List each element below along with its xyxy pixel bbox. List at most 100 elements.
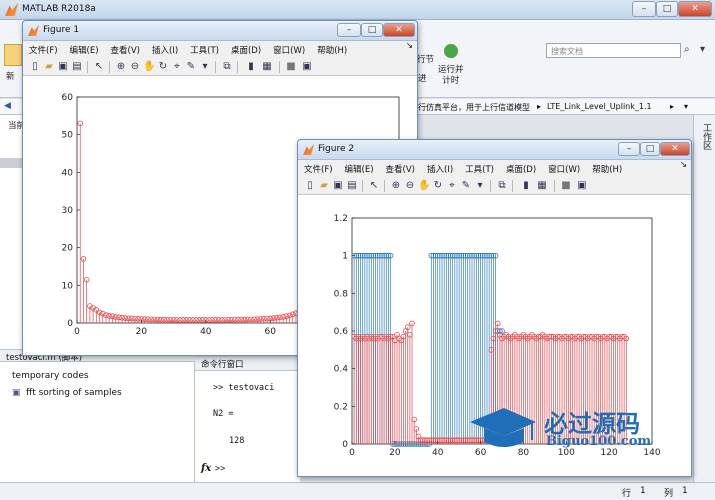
menu-window[interactable]: 窗口(W) bbox=[273, 44, 305, 56]
address-path-segment-2[interactable]: LTE_Link_Level_Uplink_1.1 bbox=[547, 102, 652, 111]
command-line: N2 = bbox=[213, 409, 234, 419]
menu-help[interactable]: 帮助(H) bbox=[592, 163, 622, 175]
function-browser-icon[interactable]: fx bbox=[201, 463, 211, 474]
menu-edit[interactable]: 编辑(E) bbox=[345, 163, 374, 175]
pan-icon[interactable]: ✋ bbox=[418, 180, 430, 192]
pan-icon[interactable]: ✋ bbox=[143, 61, 155, 73]
colorbar-icon[interactable]: ▮ bbox=[520, 180, 532, 192]
open-file-icon[interactable]: ▰ bbox=[43, 61, 55, 73]
menu-help[interactable]: 帮助(H) bbox=[317, 44, 347, 56]
x-tick-label: 0 bbox=[74, 327, 80, 337]
figure-icon bbox=[28, 25, 39, 36]
legend-icon[interactable]: ▦ bbox=[536, 180, 548, 192]
maximize-button[interactable]: □ bbox=[361, 23, 383, 37]
maximize-button[interactable]: □ bbox=[640, 142, 660, 156]
print-icon[interactable]: ▤ bbox=[346, 180, 358, 192]
menu-tools[interactable]: 工具(T) bbox=[190, 44, 219, 56]
command-prompt[interactable]: >> bbox=[215, 464, 225, 474]
x-tick-label: 40 bbox=[432, 448, 444, 458]
new-figure-icon[interactable]: ▯ bbox=[304, 180, 316, 192]
zoom-out-icon[interactable]: ⊖ bbox=[129, 61, 141, 73]
rotate-icon[interactable]: ↻ bbox=[432, 180, 444, 192]
data-cursor-icon[interactable]: ⌖ bbox=[446, 180, 458, 192]
address-path-segment-1[interactable]: 行仿真平台，用于上行信道模型 bbox=[418, 102, 530, 113]
close-button[interactable]: ✕ bbox=[678, 1, 712, 17]
menu-desktop[interactable]: 桌面(D) bbox=[231, 44, 261, 56]
menu-dock-arrow-icon[interactable]: ↘ bbox=[406, 41, 413, 51]
menu-view[interactable]: 查看(V) bbox=[386, 163, 415, 175]
run-and-time-icon[interactable] bbox=[444, 44, 458, 58]
workspace-tab[interactable]: 工作区 bbox=[697, 119, 713, 209]
command-window[interactable]: >> testovaci N2 = 128 fx >> bbox=[195, 371, 300, 482]
colorbar-icon[interactable]: ▮ bbox=[245, 61, 257, 73]
data-cursor-icon[interactable]: ⌖ bbox=[171, 61, 183, 73]
minimize-button[interactable]: – bbox=[618, 142, 640, 156]
menu-view[interactable]: 查看(V) bbox=[111, 44, 140, 56]
figure-2-menu-bar: 文件(F) 编辑(E) 查看(V) 插入(I) 工具(T) 桌面(D) 窗口(W) 帮助(H)… bbox=[298, 160, 691, 177]
edit-plot-icon[interactable]: ↖ bbox=[93, 61, 105, 73]
section-label-fragment: 行节 bbox=[417, 55, 435, 65]
matlab-logo-icon bbox=[5, 3, 18, 16]
y-tick-label: 20 bbox=[62, 244, 74, 254]
search-documentation-input[interactable]: 搜索文档 bbox=[546, 43, 681, 58]
save-icon[interactable]: ▣ bbox=[57, 61, 69, 73]
new-label-fragment: 新 bbox=[6, 72, 15, 82]
menu-tools[interactable]: 工具(T) bbox=[465, 163, 494, 175]
print-icon[interactable]: ▤ bbox=[71, 61, 83, 73]
list-item[interactable]: temporary codes bbox=[12, 371, 89, 381]
close-button[interactable]: ✕ bbox=[660, 142, 690, 156]
show-plot-tools-icon[interactable]: ▣ bbox=[301, 61, 313, 73]
toolbar-separator bbox=[512, 180, 513, 192]
menu-insert[interactable]: 插入(I) bbox=[152, 44, 178, 56]
new-script-icon[interactable] bbox=[4, 44, 22, 66]
toolbar-separator bbox=[279, 61, 280, 73]
brush-dropdown-icon[interactable]: ▾ bbox=[199, 61, 211, 73]
hide-plot-tools-icon[interactable]: ■ bbox=[285, 61, 297, 73]
open-file-icon[interactable]: ▰ bbox=[318, 180, 330, 192]
new-figure-icon[interactable]: ▯ bbox=[29, 61, 41, 73]
list-item[interactable]: fft sorting of samples bbox=[26, 388, 122, 398]
edit-plot-icon[interactable]: ↖ bbox=[368, 180, 380, 192]
menu-file[interactable]: 文件(F) bbox=[29, 44, 58, 56]
app-title: MATLAB R2018a bbox=[22, 4, 96, 14]
path-chevron-icon[interactable]: ▸ bbox=[670, 102, 674, 111]
run-and-time-button[interactable]: 运行并 计时 bbox=[438, 65, 464, 87]
advance-label-fragment: 进 bbox=[418, 74, 427, 84]
menu-file[interactable]: 文件(F) bbox=[304, 163, 333, 175]
brush-dropdown-icon[interactable]: ▾ bbox=[474, 180, 486, 192]
toolbar-separator bbox=[215, 61, 216, 73]
minimize-button[interactable]: – bbox=[632, 1, 656, 17]
maximize-button[interactable]: □ bbox=[656, 1, 678, 17]
back-arrow-icon[interactable]: ◀ bbox=[4, 101, 11, 111]
dropdown-icon[interactable]: ▾ bbox=[700, 44, 705, 55]
menu-desktop[interactable]: 桌面(D) bbox=[506, 163, 536, 175]
brush-icon[interactable]: ✎ bbox=[185, 61, 197, 73]
show-plot-tools-icon[interactable]: ▣ bbox=[576, 180, 588, 192]
y-tick-label: 1 bbox=[342, 252, 348, 262]
figure-2-toolbar: ▯ ▰ ▣ ▤ ↖ ⊕ ⊖ ✋ ↻ ⌖ ✎ ▾ ⧉ ▮ ▦ ■ ▣ bbox=[298, 177, 691, 195]
toolbar-separator bbox=[490, 180, 491, 192]
zoom-in-icon[interactable]: ⊕ bbox=[390, 180, 402, 192]
zoom-in-icon[interactable]: ⊕ bbox=[115, 61, 127, 73]
minimize-button[interactable]: – bbox=[337, 23, 361, 37]
menu-dock-arrow-icon[interactable]: ↘ bbox=[680, 160, 687, 170]
command-line: 128 bbox=[229, 436, 245, 446]
hide-plot-tools-icon[interactable]: ■ bbox=[560, 180, 572, 192]
save-icon[interactable]: ▣ bbox=[332, 180, 344, 192]
y-tick-label: 0.6 bbox=[334, 327, 349, 337]
path-dropdown-icon[interactable]: ▾ bbox=[684, 102, 688, 111]
y-tick-label: 0.8 bbox=[334, 289, 349, 299]
legend-icon[interactable]: ▦ bbox=[261, 61, 273, 73]
close-button[interactable]: ✕ bbox=[383, 23, 415, 37]
zoom-out-icon[interactable]: ⊖ bbox=[404, 180, 416, 192]
figure-2-title: Figure 2 bbox=[318, 144, 355, 154]
x-tick-label: 20 bbox=[389, 448, 401, 458]
link-plot-icon[interactable]: ⧉ bbox=[221, 61, 233, 73]
rotate-icon[interactable]: ↻ bbox=[157, 61, 169, 73]
menu-window[interactable]: 窗口(W) bbox=[548, 163, 580, 175]
menu-insert[interactable]: 插入(I) bbox=[427, 163, 453, 175]
brush-icon[interactable]: ✎ bbox=[460, 180, 472, 192]
search-icon[interactable]: ⌕ bbox=[684, 44, 690, 55]
menu-edit[interactable]: 编辑(E) bbox=[70, 44, 99, 56]
link-plot-icon[interactable]: ⧉ bbox=[496, 180, 508, 192]
